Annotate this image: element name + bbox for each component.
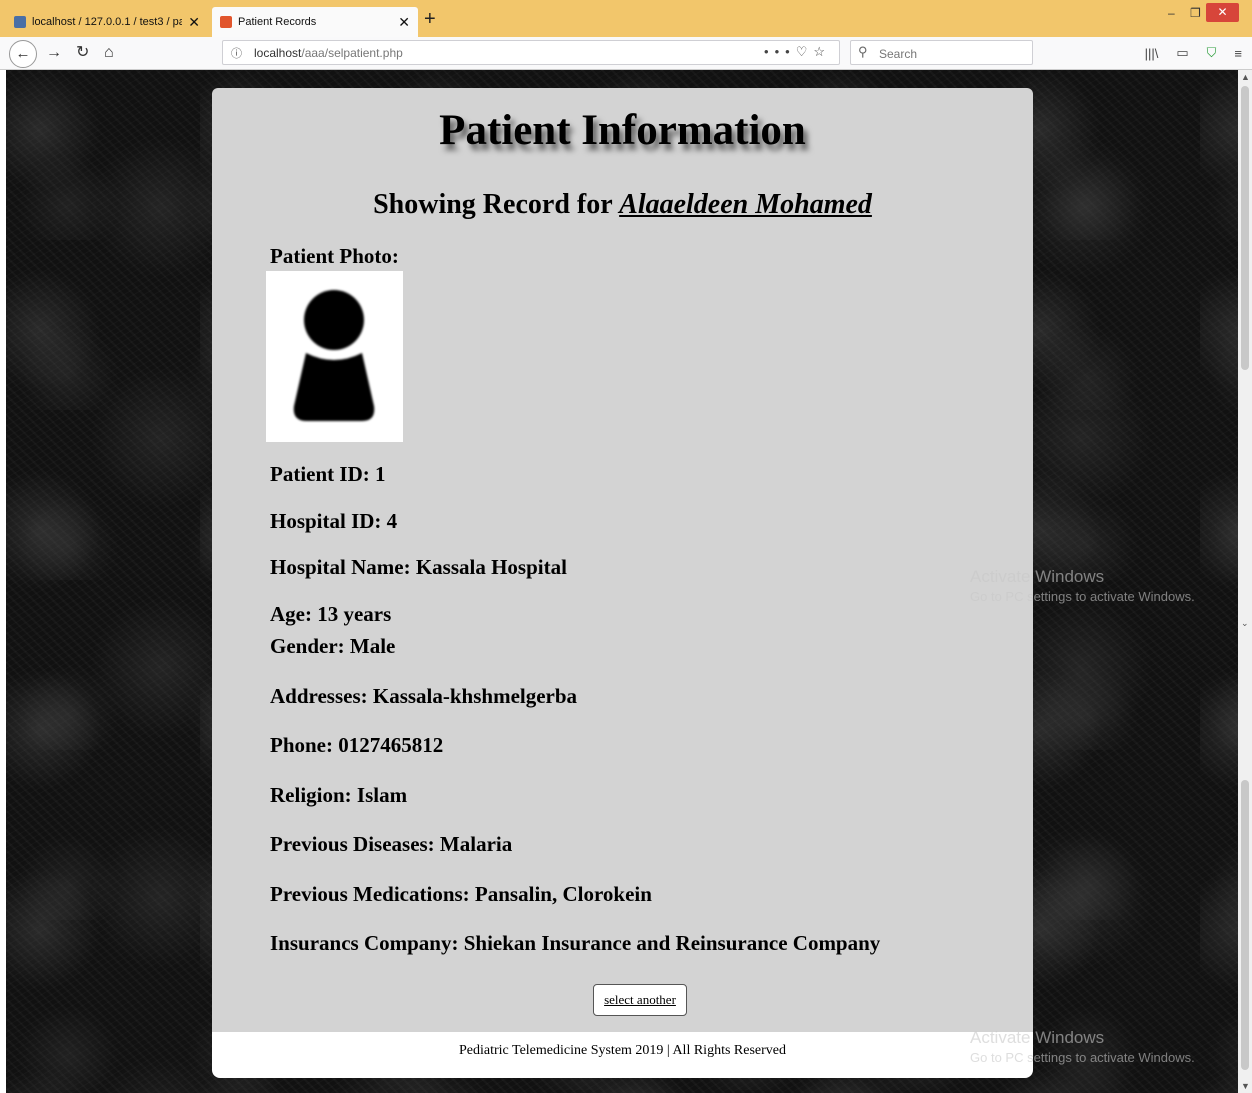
- home-icon[interactable]: ⌂: [104, 41, 114, 65]
- bookmark-star-icon[interactable]: ☆: [813, 44, 831, 59]
- watermark-subtitle: Go to PC settings to activate Windows.: [970, 589, 1195, 604]
- tab-patient-records[interactable]: Patient Records ✕: [212, 7, 418, 37]
- more-actions-icon[interactable]: •••: [764, 44, 796, 59]
- record-subtitle: Showing Record for Alaaeldeen Mohamed: [212, 189, 1033, 221]
- search-placeholder: Search: [879, 47, 918, 61]
- xampp-icon: [220, 16, 232, 28]
- new-tab-button[interactable]: +: [424, 9, 436, 29]
- patient-phone: Phone: 0127465812: [270, 733, 444, 757]
- scrollbar-track-lower[interactable]: [1241, 780, 1249, 1070]
- hospital-name: Hospital Name: Kassala Hospital: [270, 555, 567, 579]
- tab-phpmyadmin[interactable]: localhost / 127.0.0.1 / test3 / pa ✕: [8, 7, 206, 37]
- patient-age: Age: 13 years: [270, 602, 392, 626]
- page-actions: •••♡☆: [764, 44, 831, 60]
- activate-windows-watermark: Activate Windows Go to PC settings to ac…: [970, 1028, 1195, 1065]
- patient-name: Alaaeldeen Mohamed: [619, 189, 872, 220]
- search-input[interactable]: ⚲ Search: [850, 40, 1033, 65]
- watermark-title: Activate Windows: [970, 1028, 1105, 1047]
- url-text: localhost/aaa/selpatient.php: [254, 46, 403, 60]
- url-host: localhost: [254, 46, 302, 60]
- forward-icon[interactable]: →: [46, 41, 62, 65]
- close-tab-icon[interactable]: ✕: [188, 15, 200, 29]
- shield-icon[interactable]: ⛉: [1207, 45, 1217, 61]
- patient-address: Addresses: Kassala-khshmelgerba: [270, 684, 578, 708]
- back-icon[interactable]: ←: [9, 40, 37, 68]
- url-bar[interactable]: ⓘ localhost/aaa/selpatient.php •••♡☆: [222, 40, 840, 65]
- restore-icon[interactable]: ❐: [1190, 6, 1201, 20]
- pocket-icon[interactable]: ♡: [796, 44, 814, 59]
- search-icon: ⚲: [858, 44, 868, 59]
- patient-religion: Religion: Islam: [270, 783, 408, 807]
- minimize-icon[interactable]: –: [1168, 6, 1175, 20]
- sidebar-icon[interactable]: ▭: [1176, 45, 1188, 61]
- url-path: /aaa/selpatient.php: [301, 46, 403, 60]
- patient-gender: Gender: Male: [270, 634, 396, 658]
- nav-bar: ← → ↻ ⌂ ⓘ localhost/aaa/selpatient.php •…: [0, 37, 1252, 70]
- scrollbar-thumb[interactable]: [1241, 86, 1249, 370]
- tab-bar: localhost / 127.0.0.1 / test3 / pa ✕ Pat…: [0, 0, 1252, 37]
- reload-icon[interactable]: ↻: [76, 41, 89, 65]
- insurance-company: Insurancs Company: Shiekan Insurance and…: [270, 931, 881, 955]
- tab-title: localhost / 127.0.0.1 / test3 / pa: [32, 16, 183, 28]
- window-close-button[interactable]: ✕: [1206, 3, 1239, 22]
- patient-photo: [266, 271, 403, 442]
- activate-windows-watermark: Activate Windows Go to PC settings to ac…: [970, 567, 1195, 604]
- previous-medications: Previous Medications: Pansalin, Clorokei…: [270, 882, 652, 906]
- library-icon[interactable]: |||\: [1145, 46, 1159, 61]
- scroll-up-icon[interactable]: ▲: [1241, 72, 1250, 82]
- scroll-down-icon[interactable]: ▼: [1241, 1081, 1250, 1091]
- page-viewport: Patient Information Showing Record for A…: [0, 70, 1252, 1093]
- patient-id: Patient ID: 1: [270, 462, 386, 486]
- page-title: Patient Information: [439, 107, 806, 154]
- scroll-down-icon[interactable]: ⌄: [1241, 618, 1249, 629]
- menu-icon[interactable]: ≡: [1234, 46, 1242, 61]
- hospital-id: Hospital ID: 4: [270, 509, 398, 533]
- select-another-button[interactable]: select another: [593, 984, 687, 1016]
- tab-title: Patient Records: [238, 16, 317, 28]
- page-scrollbar[interactable]: ▲ ⌄ ▼: [1238, 70, 1252, 1093]
- viewport-edge: [0, 70, 6, 1093]
- toolbar-icons: |||\ ▭ ⛉ ≡: [1145, 45, 1242, 61]
- watermark-title: Activate Windows: [970, 567, 1105, 586]
- watermark-subtitle: Go to PC settings to activate Windows.: [970, 1050, 1195, 1065]
- page-footer: Pediatric Telemedicine System 2019 | All…: [212, 1032, 1033, 1078]
- footer-text: Pediatric Telemedicine System 2019 | All…: [458, 1043, 786, 1058]
- close-tab-icon[interactable]: ✕: [398, 15, 410, 29]
- info-icon[interactable]: ⓘ: [231, 45, 242, 61]
- phpmyadmin-icon: [14, 16, 26, 28]
- subtitle-prefix: Showing Record for: [373, 189, 620, 220]
- user-avatar-icon: [293, 290, 375, 421]
- patient-card: Patient Information Showing Record for A…: [212, 88, 1033, 1032]
- previous-diseases: Previous Diseases: Malaria: [270, 832, 513, 856]
- photo-label: Patient Photo:: [270, 244, 399, 268]
